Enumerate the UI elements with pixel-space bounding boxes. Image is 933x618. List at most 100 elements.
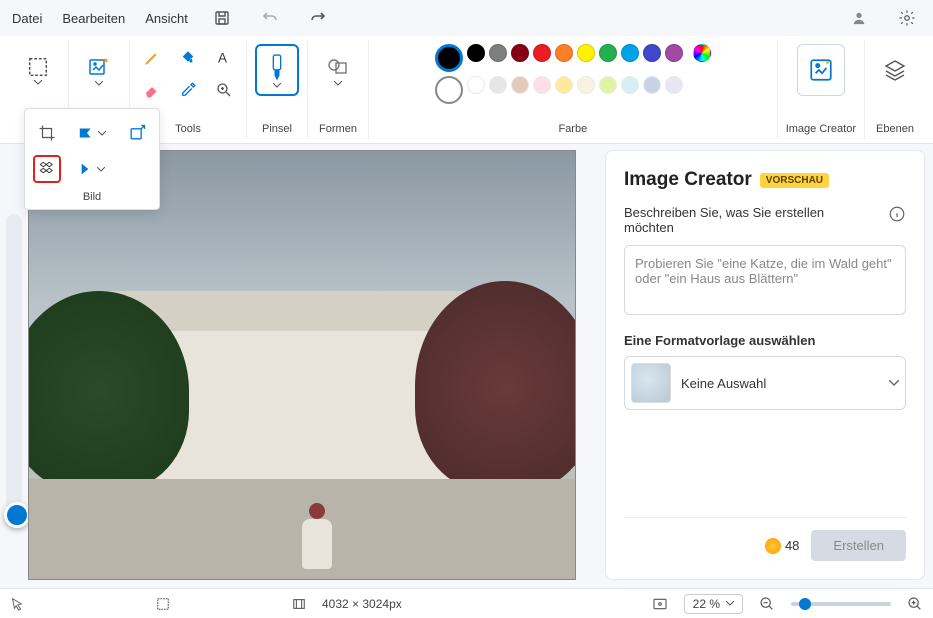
brush-tool[interactable] [255, 44, 299, 96]
color-swatch[interactable] [489, 44, 507, 62]
color-swatch[interactable] [511, 44, 529, 62]
expand-icon[interactable] [123, 119, 151, 147]
chevron-down-icon [95, 81, 103, 86]
color-swatch[interactable] [577, 44, 595, 62]
color-swatch[interactable] [643, 44, 661, 62]
pencil-tool[interactable] [138, 44, 166, 72]
zoom-in-icon[interactable] [907, 596, 923, 612]
image-creator-label: Image Creator [786, 123, 856, 135]
menubar: Datei Bearbeiten Ansicht [0, 0, 933, 36]
panel-title: Image Creator VORSCHAU [624, 169, 906, 191]
info-icon[interactable] [888, 205, 906, 223]
image-creator-button[interactable] [797, 44, 845, 96]
ribbon-group-image-creator: Image Creator [778, 40, 865, 139]
image-creator-panel: Image Creator VORSCHAU Beschreiben Sie, … [605, 150, 925, 580]
shapes-label: Formen [319, 123, 357, 135]
svg-text:A: A [218, 51, 227, 66]
chevron-down-icon [889, 380, 899, 386]
selection-size-icon [156, 597, 170, 611]
eyedropper-tool[interactable] [174, 76, 202, 104]
prompt-input[interactable]: Probieren Sie "eine Katze, die im Wald g… [624, 245, 906, 315]
redo-icon[interactable] [304, 4, 332, 32]
current-color-2[interactable] [435, 76, 463, 104]
color-picker-icon[interactable] [693, 44, 711, 62]
color-swatch[interactable] [643, 76, 661, 94]
current-color-1[interactable] [435, 44, 463, 72]
main-area: Image Creator VORSCHAU Beschreiben Sie, … [0, 144, 933, 588]
canvas-image[interactable] [28, 150, 576, 580]
panel-title-text: Image Creator [624, 169, 752, 191]
create-button[interactable]: Erstellen [811, 530, 906, 561]
fill-tool[interactable] [174, 44, 202, 72]
cursor-icon [10, 597, 24, 611]
color-swatch[interactable] [467, 44, 485, 62]
style-value: Keine Auswahl [681, 376, 879, 391]
save-icon[interactable] [208, 4, 236, 32]
color-swatch[interactable] [533, 44, 551, 62]
remove-background-icon[interactable] [33, 155, 61, 183]
shapes-tool[interactable] [316, 44, 360, 96]
chevron-down-icon [34, 80, 42, 85]
magnifier-tool[interactable] [210, 76, 238, 104]
brush-label: Pinsel [262, 123, 292, 135]
canvas-size-icon [292, 597, 306, 611]
zoom-slider[interactable] [791, 602, 891, 606]
ribbon-group-layers: Ebenen [865, 40, 925, 139]
credits-value: 48 [785, 538, 799, 553]
popup-label: Bild [31, 187, 153, 203]
color-swatch[interactable] [599, 76, 617, 94]
ribbon-group-brush: Pinsel [247, 40, 308, 139]
style-thumbnail [631, 363, 671, 403]
text-tool[interactable]: A [210, 44, 238, 72]
layers-label: Ebenen [876, 123, 914, 135]
credits-display: 48 [765, 538, 799, 554]
panel-subtitle: Beschreiben Sie, was Sie erstellen möcht… [624, 205, 906, 235]
describe-label: Beschreiben Sie, was Sie erstellen möcht… [624, 205, 854, 235]
zoom-value: 22 % [693, 597, 720, 611]
eraser-tool[interactable] [138, 76, 166, 104]
color-swatch[interactable] [489, 76, 507, 94]
style-label: Eine Formatvorlage auswählen [624, 333, 906, 348]
resize-icon[interactable] [78, 119, 106, 147]
ribbon-group-color: Farbe [369, 40, 778, 139]
color-swatch[interactable] [511, 76, 529, 94]
menu-edit[interactable]: Bearbeiten [62, 11, 125, 26]
color-swatch[interactable] [665, 44, 683, 62]
settings-icon[interactable] [893, 4, 921, 32]
color-swatch[interactable] [621, 44, 639, 62]
tools-label: Tools [175, 123, 201, 135]
menu-view[interactable]: Ansicht [145, 11, 188, 26]
color-swatch[interactable] [599, 44, 617, 62]
chevron-down-icon [334, 81, 342, 86]
statusbar: 4032 × 3024px 22 % [0, 588, 933, 618]
color-swatch[interactable] [577, 76, 595, 94]
zoom-select[interactable]: 22 % [684, 594, 743, 614]
chevron-down-icon [273, 83, 281, 88]
coin-icon [765, 538, 781, 554]
undo-icon[interactable] [256, 4, 284, 32]
menu-file[interactable]: Datei [12, 11, 42, 26]
style-select[interactable]: Keine Auswahl [624, 356, 906, 410]
ribbon-group-shapes: Formen [308, 40, 369, 139]
crop-icon[interactable] [33, 119, 61, 147]
chevron-down-icon [726, 601, 734, 606]
color-swatch[interactable] [555, 44, 573, 62]
canvas-area [0, 144, 601, 588]
user-icon[interactable] [845, 4, 873, 32]
select-tool[interactable] [16, 44, 60, 96]
color-swatch[interactable] [665, 76, 683, 94]
dimensions-text: 4032 × 3024px [322, 597, 402, 611]
zoom-out-icon[interactable] [759, 596, 775, 612]
preview-badge: VORSCHAU [760, 173, 829, 188]
color-swatch[interactable] [555, 76, 573, 94]
color-swatch[interactable] [621, 76, 639, 94]
color-label: Farbe [558, 123, 587, 135]
image-tool[interactable] [77, 44, 121, 96]
fit-screen-icon[interactable] [652, 596, 668, 612]
rotate-icon[interactable] [78, 155, 106, 183]
layers-button[interactable] [873, 44, 917, 96]
vertical-slider[interactable] [6, 214, 22, 524]
color-swatch[interactable] [533, 76, 551, 94]
image-dropdown-popup: Bild [24, 108, 160, 210]
color-swatch[interactable] [467, 76, 485, 94]
